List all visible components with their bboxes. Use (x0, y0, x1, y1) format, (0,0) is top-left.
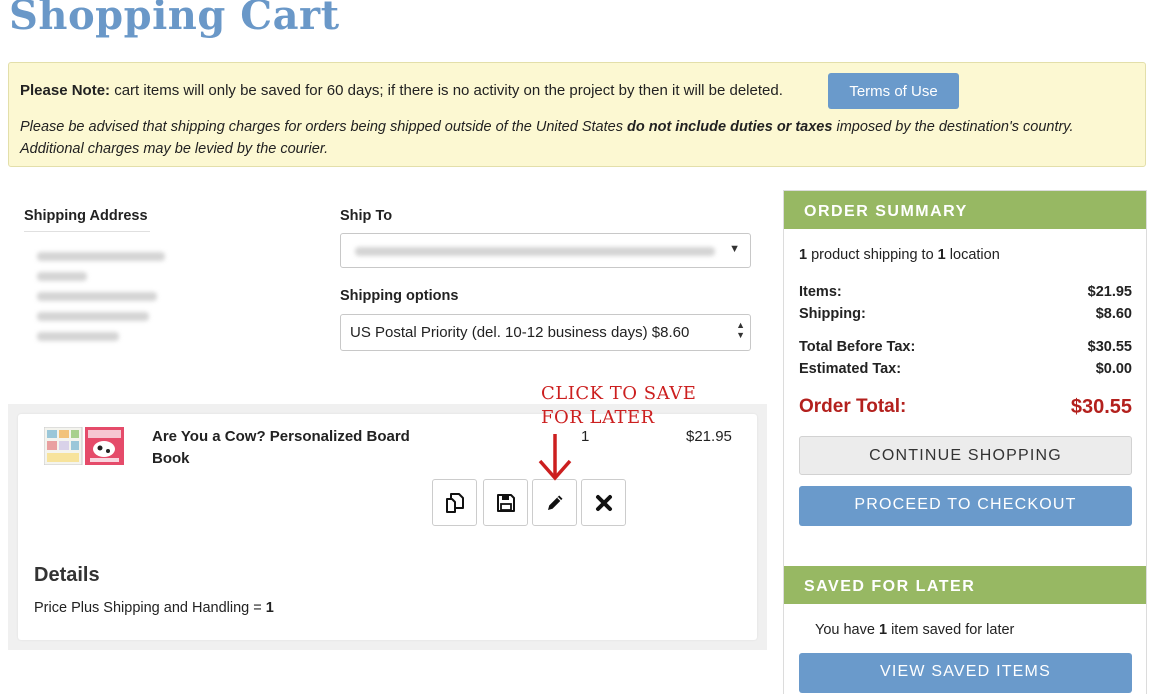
count-text: product shipping to (807, 247, 938, 263)
ship-to-value-redacted (355, 247, 715, 256)
shipping-value: $8.60 (1095, 306, 1132, 322)
tax-value: $0.00 (1095, 361, 1132, 377)
item-price: $21.95 (686, 428, 732, 445)
details-title: Details (34, 564, 100, 586)
order-total-row: Order Total: $30.55 (799, 396, 1132, 418)
remove-button[interactable] (581, 479, 626, 526)
cart-item-panel: Are You a Cow? Personalized Board Book 1… (8, 404, 767, 650)
tax-row: Estimated Tax: $0.00 (799, 361, 1132, 377)
before-tax-label: Total Before Tax: (799, 339, 916, 355)
saved-for-later-header: SAVED FOR LATER (784, 566, 1146, 604)
shipping-label: Shipping: (799, 306, 866, 322)
shipping-options-label: Shipping options (340, 288, 459, 304)
advisory-bold: do not include duties or taxes (626, 119, 833, 135)
shipping-advisory: Please be advised that shipping charges … (20, 116, 1130, 160)
edit-button[interactable] (532, 479, 577, 526)
annotation-line-2: FOR LATER (541, 407, 655, 428)
continue-shopping-button[interactable]: CONTINUE SHOPPING (799, 436, 1132, 475)
before-tax-row: Total Before Tax: $30.55 (799, 339, 1132, 355)
cart-item-card: Are You a Cow? Personalized Board Book 1… (18, 414, 757, 640)
product-name[interactable]: Are You a Cow? Personalized Board Book (152, 426, 432, 470)
shipping-count: 1 product shipping to 1 location (799, 247, 1132, 263)
item-quantity: 1 (581, 428, 590, 445)
before-tax-value: $30.55 (1087, 339, 1132, 355)
terms-of-use-button[interactable]: Terms of Use (828, 73, 959, 109)
advisory-pre: Please be advised that shipping charges … (20, 119, 627, 135)
notice-label: Please Note: (20, 82, 111, 99)
location-count: 1 (937, 247, 946, 263)
tax-label: Estimated Tax: (799, 361, 902, 377)
save-button[interactable] (483, 479, 528, 526)
product-thumbnail[interactable] (44, 427, 124, 465)
page-title: Shopping Cart (9, 0, 340, 39)
details-label: Price Plus Shipping and Handling = (34, 600, 266, 616)
count-end-text: location (945, 247, 1000, 263)
notice-text: Please Note: cart items will only be sav… (20, 82, 783, 99)
saved-pre: You have (815, 622, 879, 638)
view-saved-items-button[interactable]: VIEW SAVED ITEMS (799, 653, 1132, 693)
duplicate-button[interactable] (432, 479, 477, 526)
shipping-options-select[interactable]: US Postal Priority (del. 10-12 business … (340, 314, 751, 351)
proceed-to-checkout-button[interactable]: PROCEED TO CHECKOUT (799, 486, 1132, 526)
annotation-line-1: CLICK TO SAVE (541, 383, 697, 404)
duplicate-icon (446, 493, 464, 513)
save-for-later-annotation: CLICK TO SAVE FOR LATER (541, 382, 696, 430)
save-icon (497, 494, 515, 512)
arrow-down-icon (538, 434, 572, 481)
order-summary-header: ORDER SUMMARY (784, 191, 1146, 229)
notice-body: cart items will only be saved for 60 day… (110, 82, 783, 99)
shipping-option-value: US Postal Priority (del. 10-12 business … (350, 324, 690, 341)
order-total-value: $30.55 (1070, 396, 1132, 418)
saved-count: 1 (878, 622, 888, 638)
items-value: $21.95 (1087, 284, 1132, 300)
shipping-address-label: Shipping Address (24, 208, 148, 224)
items-row: Items: $21.95 (799, 284, 1132, 300)
details-text: Price Plus Shipping and Handling = 1 (34, 600, 274, 616)
pencil-icon (548, 495, 563, 510)
ship-to-label: Ship To (340, 208, 393, 224)
saved-items-text: You have 1 item saved for later (815, 622, 1014, 638)
close-icon (596, 495, 612, 511)
select-updown-icon: ▲ ▼ (736, 320, 745, 340)
saved-post: item saved for later (887, 622, 1015, 638)
order-summary-panel: ORDER SUMMARY 1 product shipping to 1 lo… (783, 190, 1147, 694)
order-total-label: Order Total: (799, 396, 907, 417)
dropdown-caret-icon: ▼ (729, 243, 740, 255)
notice-banner: Please Note: cart items will only be sav… (8, 62, 1146, 167)
address-divider (24, 231, 150, 232)
ship-to-select[interactable]: ▼ (340, 233, 751, 268)
shipping-row: Shipping: $8.60 (799, 306, 1132, 322)
details-value: 1 (265, 600, 274, 616)
items-label: Items: (799, 284, 842, 300)
product-count: 1 (799, 247, 808, 263)
